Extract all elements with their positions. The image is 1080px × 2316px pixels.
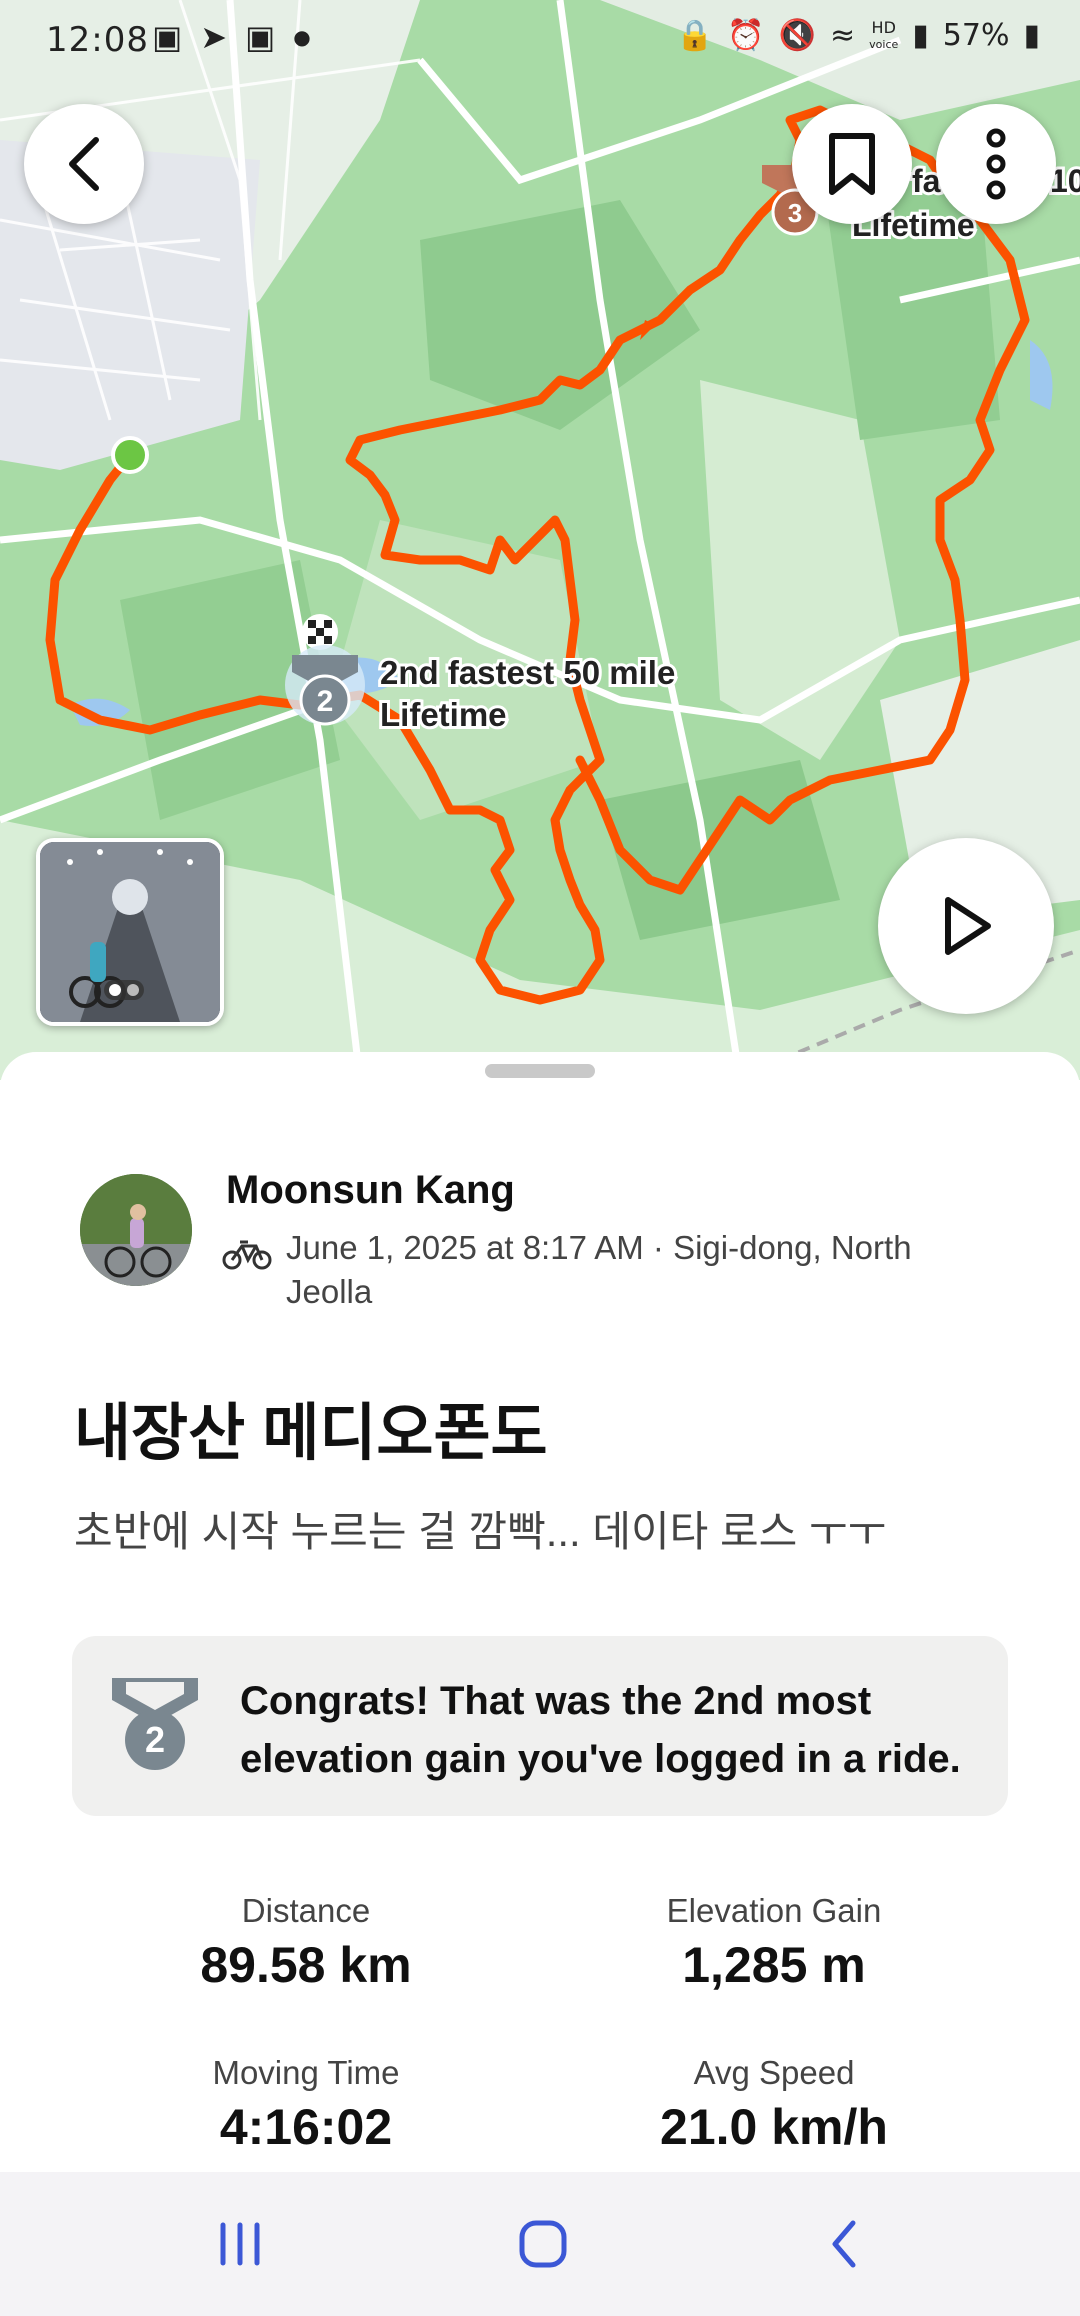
play-icon	[945, 897, 991, 955]
stat-value: 4:16:02	[219, 2099, 393, 2155]
hd-label: HD	[871, 17, 896, 37]
achievement-medal-number: 2	[145, 1719, 165, 1760]
activity-title: 내장산 메디오폰도	[74, 1399, 548, 1468]
bookmark-icon	[829, 133, 875, 195]
back-arrow-icon	[69, 137, 99, 191]
achievement-banner[interactable]: 2 Congrats! That was the 2nd most elevat…	[72, 1636, 1008, 1816]
lock-icon: 🔒	[675, 18, 714, 53]
map-medal-number: 2	[317, 685, 334, 718]
stat-value: 1,285 m	[682, 1937, 866, 1993]
avatar-photo	[80, 1174, 192, 1286]
instagram-icon: ▣	[152, 18, 183, 56]
checkered-flag-icon	[302, 614, 338, 650]
stat-label: Avg Speed	[693, 2054, 855, 2091]
stat-moving-time: Moving Time 4:16:02	[76, 2054, 536, 2156]
activity-detail-sheet[interactable]: Moonsun Kang June 1, 2025 at 8:17 AM · S…	[0, 1052, 1080, 2172]
play-flyover-button[interactable]	[878, 838, 1054, 1014]
signal-icon: ▮	[912, 18, 929, 53]
stat-label: Distance	[241, 1892, 371, 1929]
mute-icon: 🔇	[778, 18, 817, 53]
stat-value: 21.0 km/h	[660, 2099, 888, 2155]
stat-label: Moving Time	[212, 2054, 400, 2091]
instagram-icon-2: ▣	[245, 18, 276, 56]
notification-icons: ▣ ➤ ▣ ●	[152, 18, 311, 56]
stat-label: Elevation Gain	[666, 1892, 882, 1929]
activity-meta: June 1, 2025 at 8:17 AM · Sigi-dong, Nor…	[286, 1229, 912, 1310]
map-label-best-effort-1-sub: Lifetime	[380, 696, 507, 733]
stat-avg-speed: Avg Speed 21.0 km/h	[544, 2054, 1004, 2156]
voice-label: voice	[869, 37, 899, 51]
home-button[interactable]	[498, 2212, 588, 2276]
back-nav-button[interactable]	[800, 2212, 890, 2276]
recents-button[interactable]	[195, 2212, 285, 2276]
achievement-text: Congrats! That was the 2nd most elevatio…	[240, 1679, 961, 1781]
medal-icon: 2	[112, 1678, 198, 1770]
more-vertical-icon	[986, 128, 1006, 200]
athlete-name[interactable]: Moonsun Kang	[226, 1168, 515, 1213]
battery-level: 57%	[942, 18, 1010, 53]
alarm-icon: ⏰	[727, 18, 765, 53]
hd-voice-icon: HD voice	[869, 17, 899, 52]
recents-icon	[220, 2222, 260, 2266]
bike-icon	[222, 1240, 272, 1270]
dot-icon: ●	[293, 25, 311, 49]
map-label-best-effort-1: 2nd fastest 50 mile	[380, 654, 675, 691]
sheet-drag-handle[interactable]	[485, 1064, 595, 1078]
status-bar: 12:08 ▣ ➤ ▣ ● 🔒 ⏰ 🔇 ≈ HD voice ▮ 57% ▮	[0, 0, 1080, 80]
stat-value: 89.58 km	[200, 1937, 412, 1993]
activity-description: 초반에 시작 누르는 걸 깜빡... 데이타 로스 ㅜㅜ	[74, 1508, 887, 1555]
status-time: 12:08	[46, 20, 149, 60]
medal-icon[interactable]: 2	[285, 645, 365, 726]
stat-elevation-gain: Elevation Gain 1,285 m	[544, 1892, 1004, 1994]
battery-icon: ▮	[1023, 18, 1040, 53]
back-nav-icon	[832, 2220, 856, 2268]
more-options-button[interactable]	[936, 104, 1056, 224]
system-navigation-bar	[0, 2172, 1080, 2316]
stat-distance: Distance 89.58 km	[76, 1892, 536, 1994]
navigation-icon: ➤	[200, 18, 228, 56]
avatar[interactable]	[80, 1174, 192, 1286]
home-icon	[519, 2220, 567, 2268]
back-button[interactable]	[24, 104, 144, 224]
activity-photo-thumbnail[interactable]	[36, 838, 224, 1026]
wifi-icon: ≈	[830, 18, 856, 53]
bookmark-button[interactable]	[792, 104, 912, 224]
system-icons: 🔒 ⏰ 🔇 ≈ HD voice ▮ 57% ▮	[676, 18, 1040, 53]
map-medal-number-3: 3	[788, 198, 802, 228]
tunnel-photo	[40, 842, 220, 1022]
start-point-marker	[111, 436, 149, 474]
